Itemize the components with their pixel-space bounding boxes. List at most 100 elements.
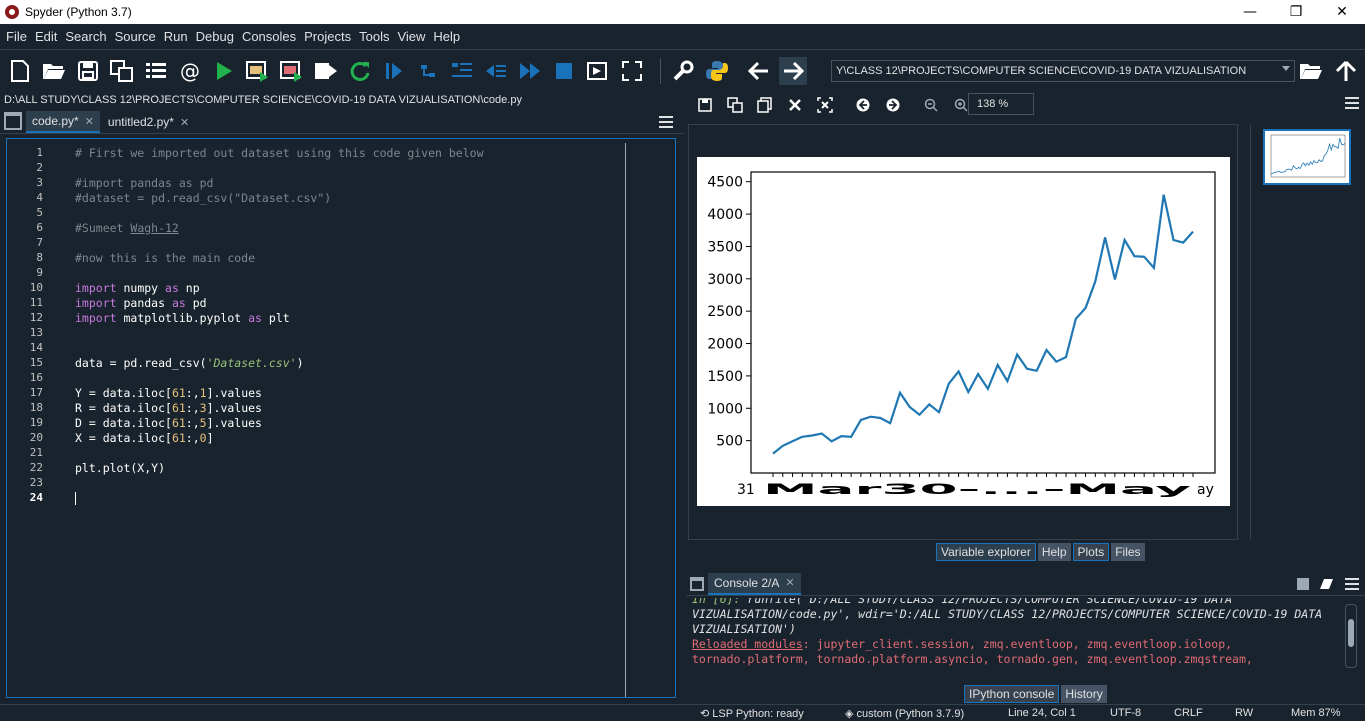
menu-source[interactable]: Source — [111, 29, 160, 44]
browse-tabs-icon[interactable] — [4, 112, 22, 130]
menu-projects[interactable]: Projects — [300, 29, 355, 44]
menu-edit[interactable]: Edit — [31, 29, 61, 44]
browse-folder-icon[interactable] — [1297, 57, 1325, 85]
at-icon[interactable]: @ — [176, 57, 204, 85]
minimize-button[interactable]: — — [1227, 0, 1273, 24]
line-number: 7 — [36, 236, 43, 249]
remove-all-plots-icon[interactable] — [814, 94, 836, 116]
menu-help[interactable]: Help — [429, 29, 464, 44]
plot-thumbnail[interactable] — [1263, 129, 1351, 185]
menu-tools[interactable]: Tools — [355, 29, 393, 44]
open-file-icon[interactable] — [40, 57, 68, 85]
tab-plots[interactable]: Plots — [1072, 543, 1110, 561]
tab-console-2a[interactable]: Console 2/A ✕ — [708, 572, 801, 595]
step-icon[interactable] — [414, 57, 442, 85]
zoom-out-icon[interactable] — [920, 94, 942, 116]
preferences-icon[interactable] — [669, 57, 697, 85]
code-text: R = data.iloc[ — [75, 401, 172, 415]
plots-options-menu-icon[interactable] — [1345, 97, 1359, 109]
code-text-area[interactable]: # First we imported out dataset using th… — [71, 139, 675, 697]
menu-run[interactable]: Run — [160, 29, 192, 44]
zoom-level-field[interactable]: 138 % — [968, 93, 1034, 115]
comment-underlined-text: Wagh-12 — [130, 221, 179, 235]
run-icon[interactable] — [210, 57, 238, 85]
save-icon[interactable] — [74, 57, 102, 85]
console-text: runfile('D:/ALL STUDY/CLASS 12/PROJECTS/… — [747, 598, 1233, 606]
new-file-icon[interactable] — [6, 57, 34, 85]
next-plot-icon[interactable] — [882, 94, 904, 116]
step-into-icon[interactable] — [448, 57, 476, 85]
remove-plot-icon[interactable] — [784, 94, 806, 116]
chevron-down-icon[interactable] — [1282, 66, 1290, 71]
maximize-pane-icon[interactable] — [584, 57, 612, 85]
working-directory-combo[interactable]: Y\CLASS 12\PROJECTS\COMPUTER SCIENCE\COV… — [831, 60, 1295, 82]
tab-code-py[interactable]: code.py* ✕ — [26, 111, 100, 133]
tab-help[interactable]: Help — [1037, 543, 1071, 561]
console-tab-bar: Console 2/A ✕ — [686, 572, 1365, 596]
previous-plot-icon[interactable] — [852, 94, 874, 116]
menu-debug[interactable]: Debug — [192, 29, 238, 44]
stop-icon[interactable] — [550, 57, 578, 85]
code-editor[interactable]: 1 2 3 4 5 6 7 8 9 10 11 12 13 14 15 16 17 18 19 20 21 22 23 24 … — [6, 138, 676, 698]
y-tick-label: 2500 — [707, 304, 743, 320]
run-cell-advance-icon[interactable] — [278, 57, 306, 85]
line-number: 23 — [29, 476, 43, 489]
save-plot-icon[interactable] — [694, 94, 716, 116]
tab-history[interactable]: History — [1061, 685, 1107, 703]
console-output[interactable]: In [6]: runfile('D:/ALL STUDY/CLASS 12/P… — [692, 598, 1342, 670]
continue-icon[interactable] — [516, 57, 544, 85]
number-literal: 61 — [171, 416, 186, 430]
run-selection-icon[interactable] — [312, 57, 340, 85]
line-number: 19 — [29, 416, 43, 429]
tab-untitled2-py[interactable]: untitled2.py* ✕ — [102, 111, 195, 133]
console-scrollbar[interactable] — [1345, 604, 1357, 668]
tab-ipython-console[interactable]: IPython console — [964, 685, 1060, 703]
maximize-button[interactable]: ❐ — [1273, 0, 1319, 24]
menu-view[interactable]: View — [393, 29, 429, 44]
rerun-icon[interactable] — [346, 57, 374, 85]
tab-files[interactable]: Files — [1111, 543, 1145, 561]
python-path-icon[interactable] — [703, 57, 731, 85]
console-line: VIZUALISATION') — [692, 622, 1342, 637]
menu-consoles[interactable]: Consoles — [238, 29, 300, 44]
identifier: pandas — [116, 296, 172, 310]
step-return-icon[interactable] — [482, 57, 510, 85]
memory-usage: Mem 87% — [1291, 707, 1341, 719]
forward-arrow-icon[interactable] — [779, 57, 807, 85]
close-icon[interactable]: ✕ — [180, 116, 189, 129]
line-number: 14 — [29, 341, 43, 354]
save-all-plots-icon[interactable] — [724, 94, 746, 116]
browse-tabs-icon[interactable] — [690, 576, 704, 591]
text-cursor — [75, 492, 76, 505]
menu-file[interactable]: File — [2, 29, 31, 44]
file-permissions: RW — [1235, 707, 1254, 719]
line-number: 10 — [29, 281, 43, 294]
line-number-gutter: 1 2 3 4 5 6 7 8 9 10 11 12 13 14 15 16 17 18 19 20 21 22 23 24 — [7, 139, 71, 697]
menu-search[interactable]: Search — [61, 29, 110, 44]
parent-dir-icon[interactable] — [1332, 57, 1360, 85]
run-cell-icon[interactable] — [244, 57, 272, 85]
scrollbar-thumb[interactable] — [1348, 619, 1354, 647]
number-literal: 61 — [171, 401, 186, 415]
editor-file-path: D:\ALL STUDY\CLASS 12\PROJECTS\COMPUTER … — [4, 94, 522, 106]
editor-options-menu-icon[interactable] — [659, 116, 673, 128]
outline-icon[interactable] — [142, 57, 170, 85]
back-arrow-icon[interactable] — [745, 57, 773, 85]
debug-icon[interactable] — [380, 57, 408, 85]
clear-console-icon[interactable] — [1320, 578, 1334, 593]
close-icon[interactable]: ✕ — [785, 576, 794, 589]
code-text: D = data.iloc[ — [75, 416, 172, 430]
tab-variable-explorer[interactable]: Variable explorer — [936, 543, 1036, 561]
console-options-menu-icon[interactable] — [1345, 578, 1359, 590]
env-status[interactable]: ◈ custom (Python 3.7.9) — [845, 707, 964, 720]
fullscreen-icon[interactable] — [618, 57, 646, 85]
line-number: 1 — [36, 146, 43, 159]
keyword: as — [171, 296, 186, 310]
console-line: tornado.platform, tornado.platform.async… — [692, 652, 1253, 666]
stop-kernel-icon[interactable] — [1297, 578, 1309, 590]
y-tick-label: 4500 — [707, 175, 743, 191]
close-button[interactable]: ✕ — [1319, 0, 1365, 24]
save-all-icon[interactable] — [108, 57, 136, 85]
close-icon[interactable]: ✕ — [85, 115, 94, 128]
copy-plot-icon[interactable] — [754, 94, 776, 116]
